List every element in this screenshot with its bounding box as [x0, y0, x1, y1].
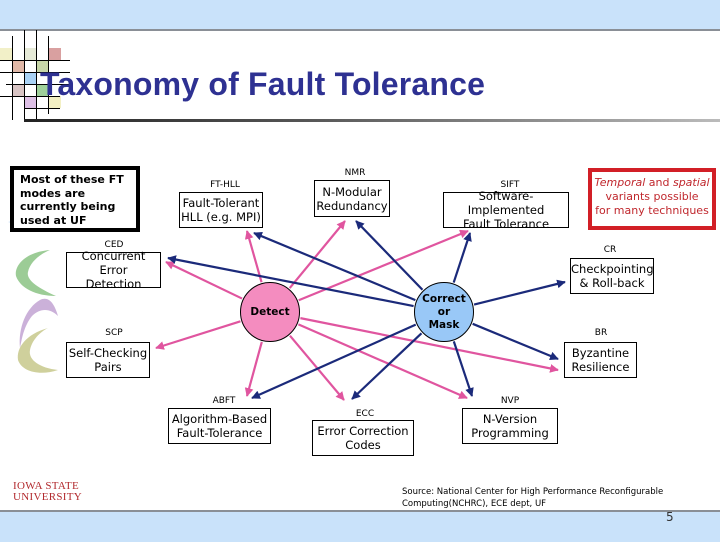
arrow-detect-to-sift	[298, 229, 469, 302]
taxonomy-diagram	[155, 220, 566, 401]
usage-note-box: Most of these FT modes are currently bei…	[10, 166, 140, 232]
arrow-detect-to-abft	[244, 341, 263, 397]
arrow-detect-to-ced	[165, 261, 243, 300]
arrow-correct-to-cr	[473, 279, 566, 306]
arrow-correct-to-ecc	[351, 332, 423, 400]
arrow-correct-to-br	[472, 322, 559, 361]
arrow-correct-to-sift	[452, 232, 472, 283]
arrow-correct-to-nvp	[452, 341, 474, 397]
arrow-correct-to-ced	[167, 255, 414, 308]
arrow-detect-to-nmr	[288, 220, 346, 289]
arrow-detect-to-scp	[155, 320, 241, 350]
